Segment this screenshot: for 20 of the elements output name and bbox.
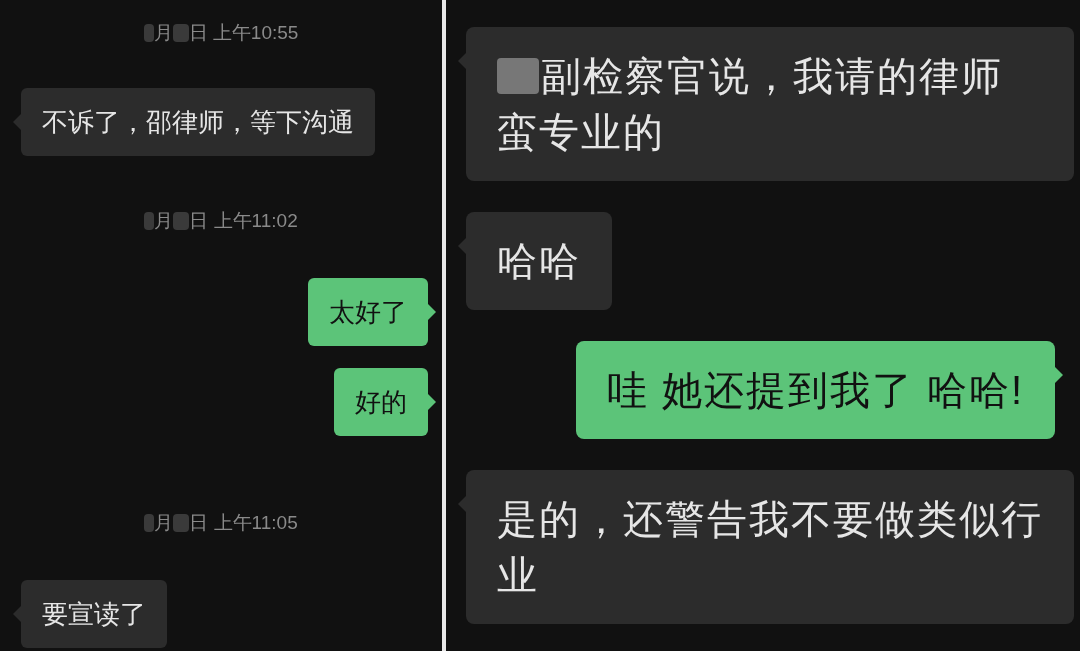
timestamp-text: 日 上午11:02 bbox=[189, 208, 298, 233]
blurred-patch bbox=[172, 24, 189, 42]
bubble-tail bbox=[428, 394, 436, 410]
blurred-patch bbox=[173, 514, 190, 532]
bubble-tail bbox=[13, 114, 21, 130]
timestamp-text: 日 上午11:05 bbox=[189, 510, 298, 535]
blurred-patch bbox=[144, 514, 155, 532]
bubble-tail bbox=[458, 53, 466, 69]
bubble-tail bbox=[1055, 367, 1063, 383]
timestamp-text: 日 上午10:55 bbox=[188, 20, 299, 45]
bubble-tail bbox=[458, 496, 466, 512]
bubble-tail bbox=[428, 304, 436, 320]
timestamp-text: 月 bbox=[154, 208, 174, 233]
bubble-tail bbox=[458, 238, 466, 254]
timestamp-text: 月 bbox=[154, 510, 174, 535]
blurred-patch bbox=[143, 24, 154, 42]
blurred-patch bbox=[144, 212, 155, 230]
blurred-patch bbox=[173, 212, 190, 230]
timestamp-text: 月 bbox=[153, 20, 173, 45]
bubble-tail bbox=[13, 606, 21, 622]
